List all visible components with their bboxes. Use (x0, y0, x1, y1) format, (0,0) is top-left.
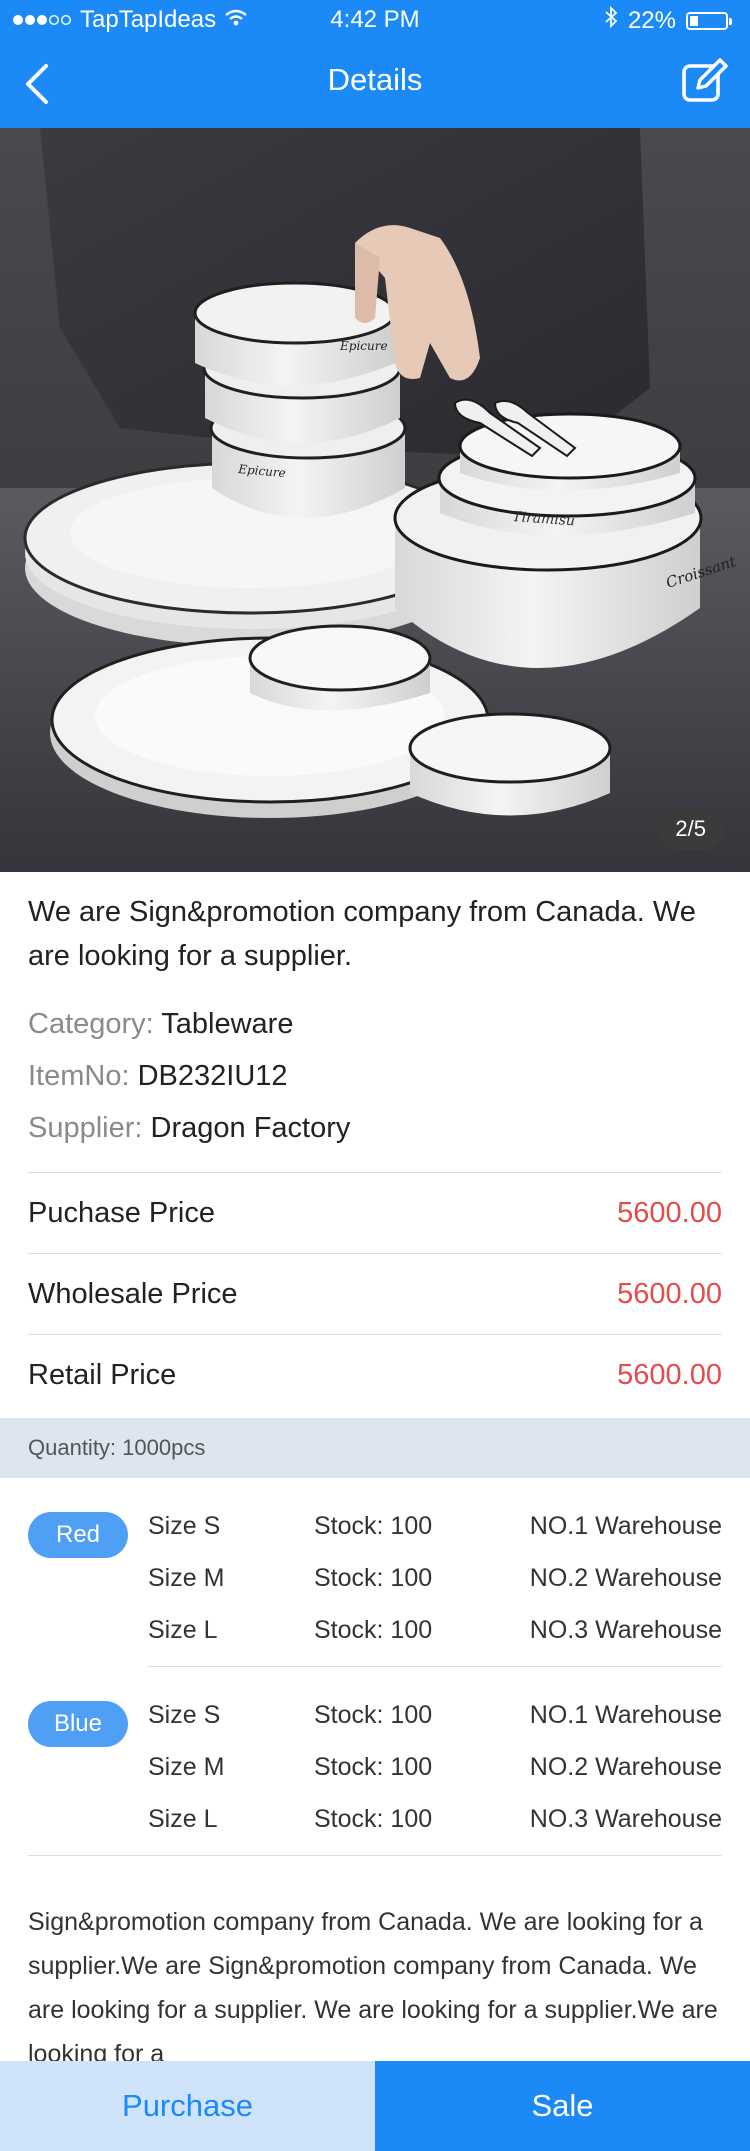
bottom-action-bar: Purchase Sale (0, 2061, 750, 2151)
stock-row: Size M Stock: 100 NO.2 Warehouse (148, 1741, 722, 1793)
status-bar: TapTapIdeas 4:42 PM 22% (0, 0, 750, 40)
color-tag-blue[interactable]: Blue (28, 1701, 128, 1747)
stock-label: Stock: 100 (314, 1511, 433, 1540)
stock-row: Size M Stock: 100 NO.2 Warehouse (148, 1552, 722, 1604)
stock-label: Stock: 100 (314, 1563, 433, 1592)
sale-button[interactable]: Sale (375, 2061, 750, 2151)
purchase-button[interactable]: Purchase (0, 2061, 375, 2151)
svg-text:Epicure: Epicure (339, 339, 388, 353)
stock-label: Stock: 100 (314, 1752, 433, 1781)
purchase-price-row: Puchase Price 5600.00 (28, 1172, 722, 1253)
stock-row: Size S Stock: 100 NO.1 Warehouse (148, 1689, 722, 1741)
warehouse-label: NO.3 Warehouse (529, 1615, 722, 1644)
header: TapTapIdeas 4:42 PM 22% Details (0, 0, 750, 128)
stock-label: Stock: 100 (314, 1700, 433, 1729)
price-list: Puchase Price 5600.00 Wholesale Price 56… (28, 1172, 722, 1415)
status-right-group: 22% (604, 5, 732, 35)
long-description: Sign&promotion company from Canada. We a… (28, 1908, 718, 2068)
warehouse-label: NO.2 Warehouse (529, 1752, 722, 1781)
warehouse-label: NO.1 Warehouse (529, 1700, 722, 1729)
stock-label: Stock: 100 (314, 1615, 433, 1644)
variant-group-blue: Blue Size S Stock: 100 NO.1 Warehouse Si… (28, 1689, 722, 1864)
category-value: Tableware (161, 1008, 294, 1040)
item-number-label: ItemNo: (28, 1060, 130, 1092)
price-value: 5600.00 (617, 1277, 722, 1310)
image-page-indicator: 2/5 (657, 808, 724, 850)
tableware-photo: Epicure Epicure Tiramisu Croissant (0, 128, 750, 872)
warehouse-label: NO.3 Warehouse (529, 1804, 722, 1833)
price-label: Retail Price (28, 1358, 177, 1391)
supplier-line: Supplier: Dragon Factory (28, 1102, 722, 1154)
edit-button[interactable] (680, 58, 728, 106)
wholesale-price-row: Wholesale Price 5600.00 (28, 1253, 722, 1334)
warehouse-label: NO.2 Warehouse (529, 1563, 722, 1592)
quantity-bar: Quantity: 1000pcs (0, 1418, 750, 1478)
supplier-label: Supplier: (28, 1112, 143, 1144)
size-label: Size L (148, 1804, 218, 1833)
product-info: We are Sign&promotion company from Canad… (28, 890, 722, 1154)
size-label: Size S (148, 1511, 221, 1540)
size-label: Size L (148, 1615, 218, 1644)
variant-list: Red Size S Stock: 100 NO.1 Warehouse Siz… (28, 1500, 722, 1864)
stock-row: Size S Stock: 100 NO.1 Warehouse (148, 1500, 722, 1552)
battery-icon (686, 11, 732, 30)
product-description: We are Sign&promotion company from Canad… (28, 896, 696, 972)
category-line: Category: Tableware (28, 998, 722, 1050)
supplier-value: Dragon Factory (150, 1112, 351, 1144)
item-number-line: ItemNo: DB232IU12 (28, 1050, 722, 1102)
size-label: Size M (148, 1752, 225, 1781)
navbar: Details (0, 40, 750, 128)
price-value: 5600.00 (617, 1358, 722, 1391)
size-label: Size S (148, 1700, 221, 1729)
product-meta: Category: Tableware ItemNo: DB232IU12 Su… (28, 998, 722, 1154)
warehouse-label: NO.1 Warehouse (529, 1511, 722, 1540)
page-title: Details (327, 62, 423, 97)
variant-group-red: Red Size S Stock: 100 NO.1 Warehouse Siz… (28, 1500, 722, 1675)
edit-icon (682, 58, 728, 102)
price-label: Puchase Price (28, 1196, 215, 1229)
color-tag-red[interactable]: Red (28, 1512, 128, 1558)
item-number-value: DB232IU12 (137, 1060, 288, 1092)
battery-percent: 22% (627, 6, 676, 34)
stock-row: Size L Stock: 100 NO.3 Warehouse (148, 1793, 722, 1845)
bluetooth-icon (604, 5, 618, 35)
category-label: Category: (28, 1008, 154, 1040)
stock-row: Size L Stock: 100 NO.3 Warehouse (148, 1604, 722, 1656)
product-image-gallery[interactable]: Epicure Epicure Tiramisu Croissant 2/5 (0, 128, 750, 872)
retail-price-row: Retail Price 5600.00 (28, 1334, 722, 1415)
price-label: Wholesale Price (28, 1277, 238, 1310)
price-value: 5600.00 (617, 1196, 722, 1229)
divider (148, 1666, 722, 1667)
size-label: Size M (148, 1563, 225, 1592)
divider (28, 1855, 722, 1856)
stock-label: Stock: 100 (314, 1804, 433, 1833)
